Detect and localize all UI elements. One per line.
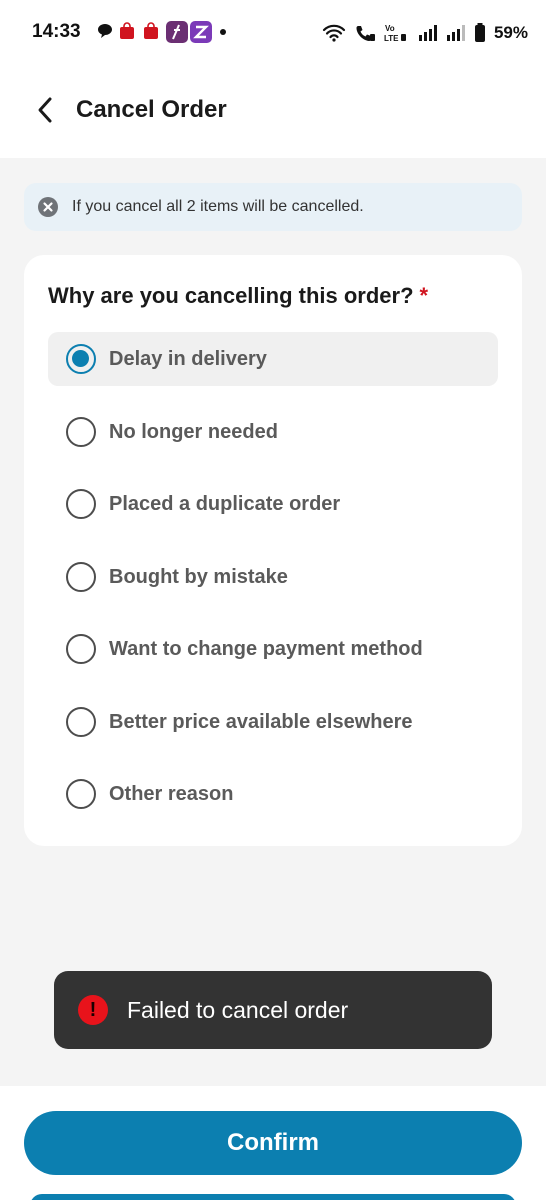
shopping-bag-icon xyxy=(120,22,134,39)
page-title: Cancel Order xyxy=(76,96,227,123)
notification-dot-icon xyxy=(220,29,226,35)
reason-option-duplicate-order[interactable]: Placed a duplicate order xyxy=(48,477,498,531)
signal-strength-icon xyxy=(418,25,437,41)
reason-option-label: Want to change payment method xyxy=(109,638,423,660)
close-circle-icon xyxy=(38,197,58,217)
svg-text:LTE: LTE xyxy=(384,34,399,43)
confirm-button[interactable]: Confirm xyxy=(24,1111,522,1175)
signal-strength-icon xyxy=(446,25,465,41)
svg-text:Vo: Vo xyxy=(385,24,395,33)
reason-option-label: Delay in delivery xyxy=(109,348,267,370)
info-banner: If you cancel all 2 items will be cancel… xyxy=(24,183,522,231)
reason-option-label: Other reason xyxy=(109,783,234,805)
reason-option-bought-by-mistake[interactable]: Bought by mistake xyxy=(48,550,498,604)
error-toast: ! Failed to cancel order xyxy=(54,971,492,1049)
info-banner-text: If you cancel all 2 items will be cancel… xyxy=(72,198,364,215)
reason-option-label: Better price available elsewhere xyxy=(109,711,413,733)
battery-icon xyxy=(474,23,485,42)
wifi-calling-icon xyxy=(356,26,375,41)
status-time: 14:33 xyxy=(32,21,81,42)
radio-button-selected[interactable] xyxy=(66,344,96,374)
status-bar: 14:33 Vo LTE 59% xyxy=(0,0,546,66)
cancel-reason-question: Why are you cancelling this order? * xyxy=(48,283,428,309)
back-button[interactable] xyxy=(26,90,66,130)
reason-option-better-price[interactable]: Better price available elsewhere xyxy=(48,695,498,749)
radio-button[interactable] xyxy=(66,707,96,737)
reason-option-label: No longer needed xyxy=(109,421,278,443)
radio-button[interactable] xyxy=(66,634,96,664)
status-right: Vo LTE 59% xyxy=(322,22,528,44)
chat-bubble-icon xyxy=(98,24,112,38)
reason-option-delay-in-delivery[interactable]: Delay in delivery xyxy=(48,332,498,386)
reason-option-label: Placed a duplicate order xyxy=(109,493,341,515)
toast-message: Failed to cancel order xyxy=(127,997,349,1023)
question-text: Why are you cancelling this order? xyxy=(48,283,414,308)
chevron-left-icon xyxy=(38,97,52,123)
reason-option-other-reason[interactable]: Other reason xyxy=(48,767,498,821)
radio-button[interactable] xyxy=(66,562,96,592)
error-alert-icon: ! xyxy=(78,995,108,1025)
required-asterisk: * xyxy=(419,283,429,308)
app-header: Cancel Order xyxy=(0,66,546,158)
cancel-reasons-card: Why are you cancelling this order? * Dela… xyxy=(24,255,522,846)
radio-button[interactable] xyxy=(66,417,96,447)
wifi-icon xyxy=(322,24,346,42)
reason-option-no-longer-needed[interactable]: No longer needed xyxy=(48,405,498,459)
footer-actions: Confirm xyxy=(0,1086,546,1200)
radio-button[interactable] xyxy=(66,779,96,809)
reason-option-label: Bought by mistake xyxy=(109,566,288,588)
shopping-bag-icon xyxy=(144,22,158,39)
volte-icon: VoLTE xyxy=(384,24,406,43)
battery-percentage: 59% xyxy=(493,23,528,42)
secondary-button[interactable] xyxy=(30,1194,516,1200)
zepto-logo-icon xyxy=(190,21,212,43)
reason-option-change-payment-method[interactable]: Want to change payment method xyxy=(48,622,498,676)
app-logo-icon xyxy=(166,21,188,43)
radio-button[interactable] xyxy=(66,489,96,519)
